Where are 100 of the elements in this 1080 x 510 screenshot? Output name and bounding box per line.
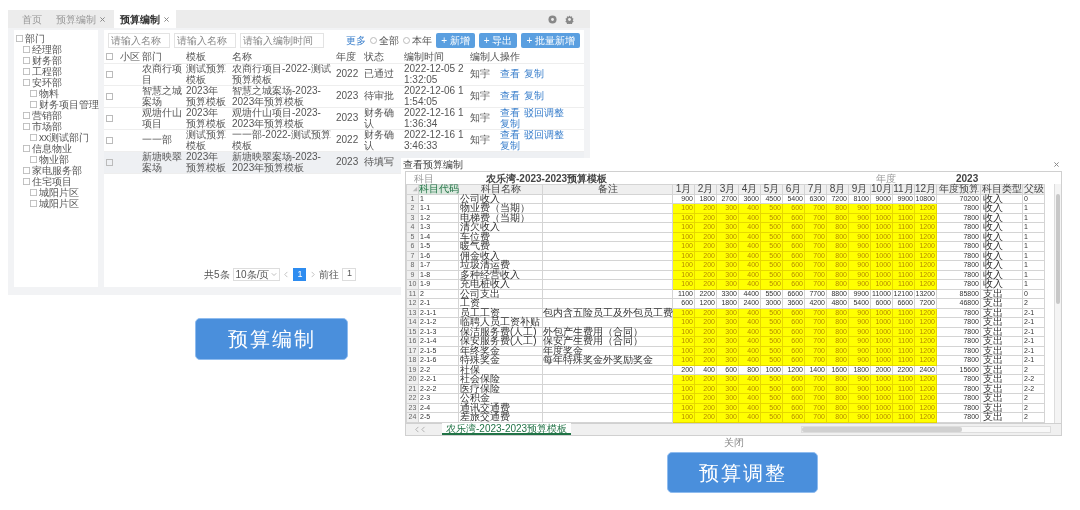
action-link[interactable]: 复制 xyxy=(500,118,520,129)
radio-button[interactable]: 本年 xyxy=(403,32,433,48)
checkbox-icon xyxy=(30,134,37,141)
tree-item[interactable]: 市场部 xyxy=(14,121,98,132)
table-cell: 支出 xyxy=(980,374,1023,384)
close-icon[interactable] xyxy=(163,15,170,23)
table-cell: 待填写 xyxy=(364,156,394,168)
tree-item[interactable]: 城阳片区 xyxy=(14,187,98,198)
table-cell: 电梯费（当期） xyxy=(458,213,543,223)
vertical-scrollbar[interactable] xyxy=(1054,184,1061,423)
action-link[interactable]: 查看 xyxy=(500,108,520,119)
table-cell: 收入 xyxy=(980,241,1023,251)
table-cell: 医疗保险 xyxy=(458,384,543,394)
tree-item[interactable]: 财务项目管理 xyxy=(14,99,98,110)
table-cell: 包内含五险员工及外包员工费 xyxy=(542,308,673,318)
checkbox-icon xyxy=(23,79,30,86)
tree-item[interactable]: 营销部 xyxy=(14,110,98,121)
table-cell: 知宇 xyxy=(470,112,490,124)
checkbox[interactable] xyxy=(106,115,113,122)
action-link[interactable]: 复制 xyxy=(524,69,544,80)
table-cell: 年终奖金 xyxy=(458,346,543,356)
toolbar-button[interactable]: + 新增 xyxy=(436,32,475,48)
close-icon[interactable] xyxy=(99,15,106,23)
action-link[interactable]: 查看 xyxy=(500,69,520,80)
table-cell: 2022 xyxy=(336,68,359,80)
page-button[interactable]: 1 xyxy=(293,267,307,281)
action-link[interactable]: 复制 xyxy=(500,140,520,151)
column-header: 名称 xyxy=(232,51,252,62)
table-cell: 保安产生费用（合同） xyxy=(542,336,673,346)
tab[interactable]: 首页 xyxy=(16,10,48,28)
search-field[interactable]: 请输入名称 xyxy=(174,32,236,48)
more-link[interactable]: 更多 xyxy=(346,32,367,48)
checkbox[interactable] xyxy=(106,159,113,166)
search-field[interactable]: 请输入名称 xyxy=(108,32,170,48)
table-cell: 2023 xyxy=(336,90,359,102)
tab[interactable]: 预算编制 xyxy=(114,10,176,28)
tree-item[interactable]: 工程部 xyxy=(14,66,98,77)
action-link[interactable]: 查看 xyxy=(500,91,520,102)
column-header: 11月 xyxy=(892,184,915,194)
table-cell: 收入 xyxy=(980,213,1023,223)
table-cell: 2022-12-05 21:32:05 xyxy=(404,63,464,85)
settings-icon[interactable] xyxy=(565,14,574,24)
checkbox[interactable] xyxy=(106,53,113,60)
table-cell: 一一部 xyxy=(142,134,172,146)
toolbar-button[interactable]: + 导出 xyxy=(478,32,518,48)
table-cell: 收入 xyxy=(980,203,1023,213)
page-input[interactable]: 1 xyxy=(342,267,357,281)
previous-icon[interactable] xyxy=(283,270,291,278)
table-cell: 智慧之城案场-2023-2023年预算模板 xyxy=(232,85,321,107)
table-cell: 清欠收入 xyxy=(458,222,543,232)
table-cell: 支出 xyxy=(980,355,1023,365)
tree-item[interactable]: 物料 xyxy=(14,88,98,99)
column-header: 8月 xyxy=(826,184,849,194)
close-icon[interactable] xyxy=(1053,161,1060,168)
action-link[interactable]: 驳回调整 xyxy=(524,108,564,119)
action-link[interactable]: 复制 xyxy=(524,91,544,102)
table-cell: 观塘什山项目-2023-2023年预算模板 xyxy=(232,107,321,129)
tree-item[interactable]: 住宅项目 xyxy=(14,176,98,187)
column-header: 部门 xyxy=(142,51,162,62)
tree-item[interactable]: 部门 xyxy=(14,33,98,44)
tree-item[interactable]: 城阳片区 xyxy=(14,198,98,209)
table-cell: 暖气费 xyxy=(458,241,543,251)
close-button[interactable]: 关闭 xyxy=(723,434,744,450)
table-cell: 2023 xyxy=(336,112,359,124)
table-cell: 每年特殊奖金外奖励奖金 xyxy=(542,355,673,365)
checkbox-icon xyxy=(30,101,37,108)
page-size-select[interactable]: 10条/页 xyxy=(232,267,281,281)
action-link[interactable]: 查看 xyxy=(500,130,520,141)
table-cell: 收入 xyxy=(980,251,1023,261)
checkbox[interactable] xyxy=(106,137,113,144)
checkbox-icon xyxy=(30,90,37,97)
table-cell: 支出 xyxy=(980,298,1023,308)
tree-item[interactable]: 经理部 xyxy=(14,44,98,55)
tree-item[interactable]: 信息物业 xyxy=(14,143,98,154)
action-link[interactable]: 驳回调整 xyxy=(524,130,564,141)
radio-button[interactable]: 全部 xyxy=(370,32,400,48)
horizontal-scrollbar[interactable] xyxy=(801,425,1051,433)
table-cell: 知宇 xyxy=(470,90,490,102)
checkbox[interactable] xyxy=(106,71,113,78)
goto-label: 前往 xyxy=(319,267,340,282)
next-icon[interactable] xyxy=(309,270,317,278)
tree-item[interactable]: 安环部 xyxy=(14,77,98,88)
checkbox-icon xyxy=(23,46,30,53)
tree-item[interactable]: xx测试部门 xyxy=(14,132,98,143)
column-header: 年度预算 xyxy=(936,184,981,194)
tree-item[interactable]: 财务部 xyxy=(14,55,98,66)
tab[interactable]: 预算编制 xyxy=(50,10,112,28)
tree-item[interactable]: 物业部 xyxy=(14,154,98,165)
table-cell: 收入 xyxy=(980,260,1023,270)
toolbar-button[interactable]: + 批量新增 xyxy=(521,32,580,48)
table-cell: 农商行项目 xyxy=(142,63,182,85)
checkbox[interactable] xyxy=(106,93,113,100)
year-value: 2023 xyxy=(956,171,979,184)
search-field[interactable]: 请输入编制时间 xyxy=(240,32,324,48)
table-cell: 知宇 xyxy=(470,134,490,146)
sheet-nav-icon[interactable] xyxy=(414,425,428,433)
table-cell: 支出 xyxy=(980,393,1023,403)
table-cell: 2023年预算模板 xyxy=(186,151,226,173)
tree-item[interactable]: 家电服务部 xyxy=(14,165,98,176)
sheet-tab[interactable]: 农乐湾-2023-2023预算模板 xyxy=(442,423,572,435)
